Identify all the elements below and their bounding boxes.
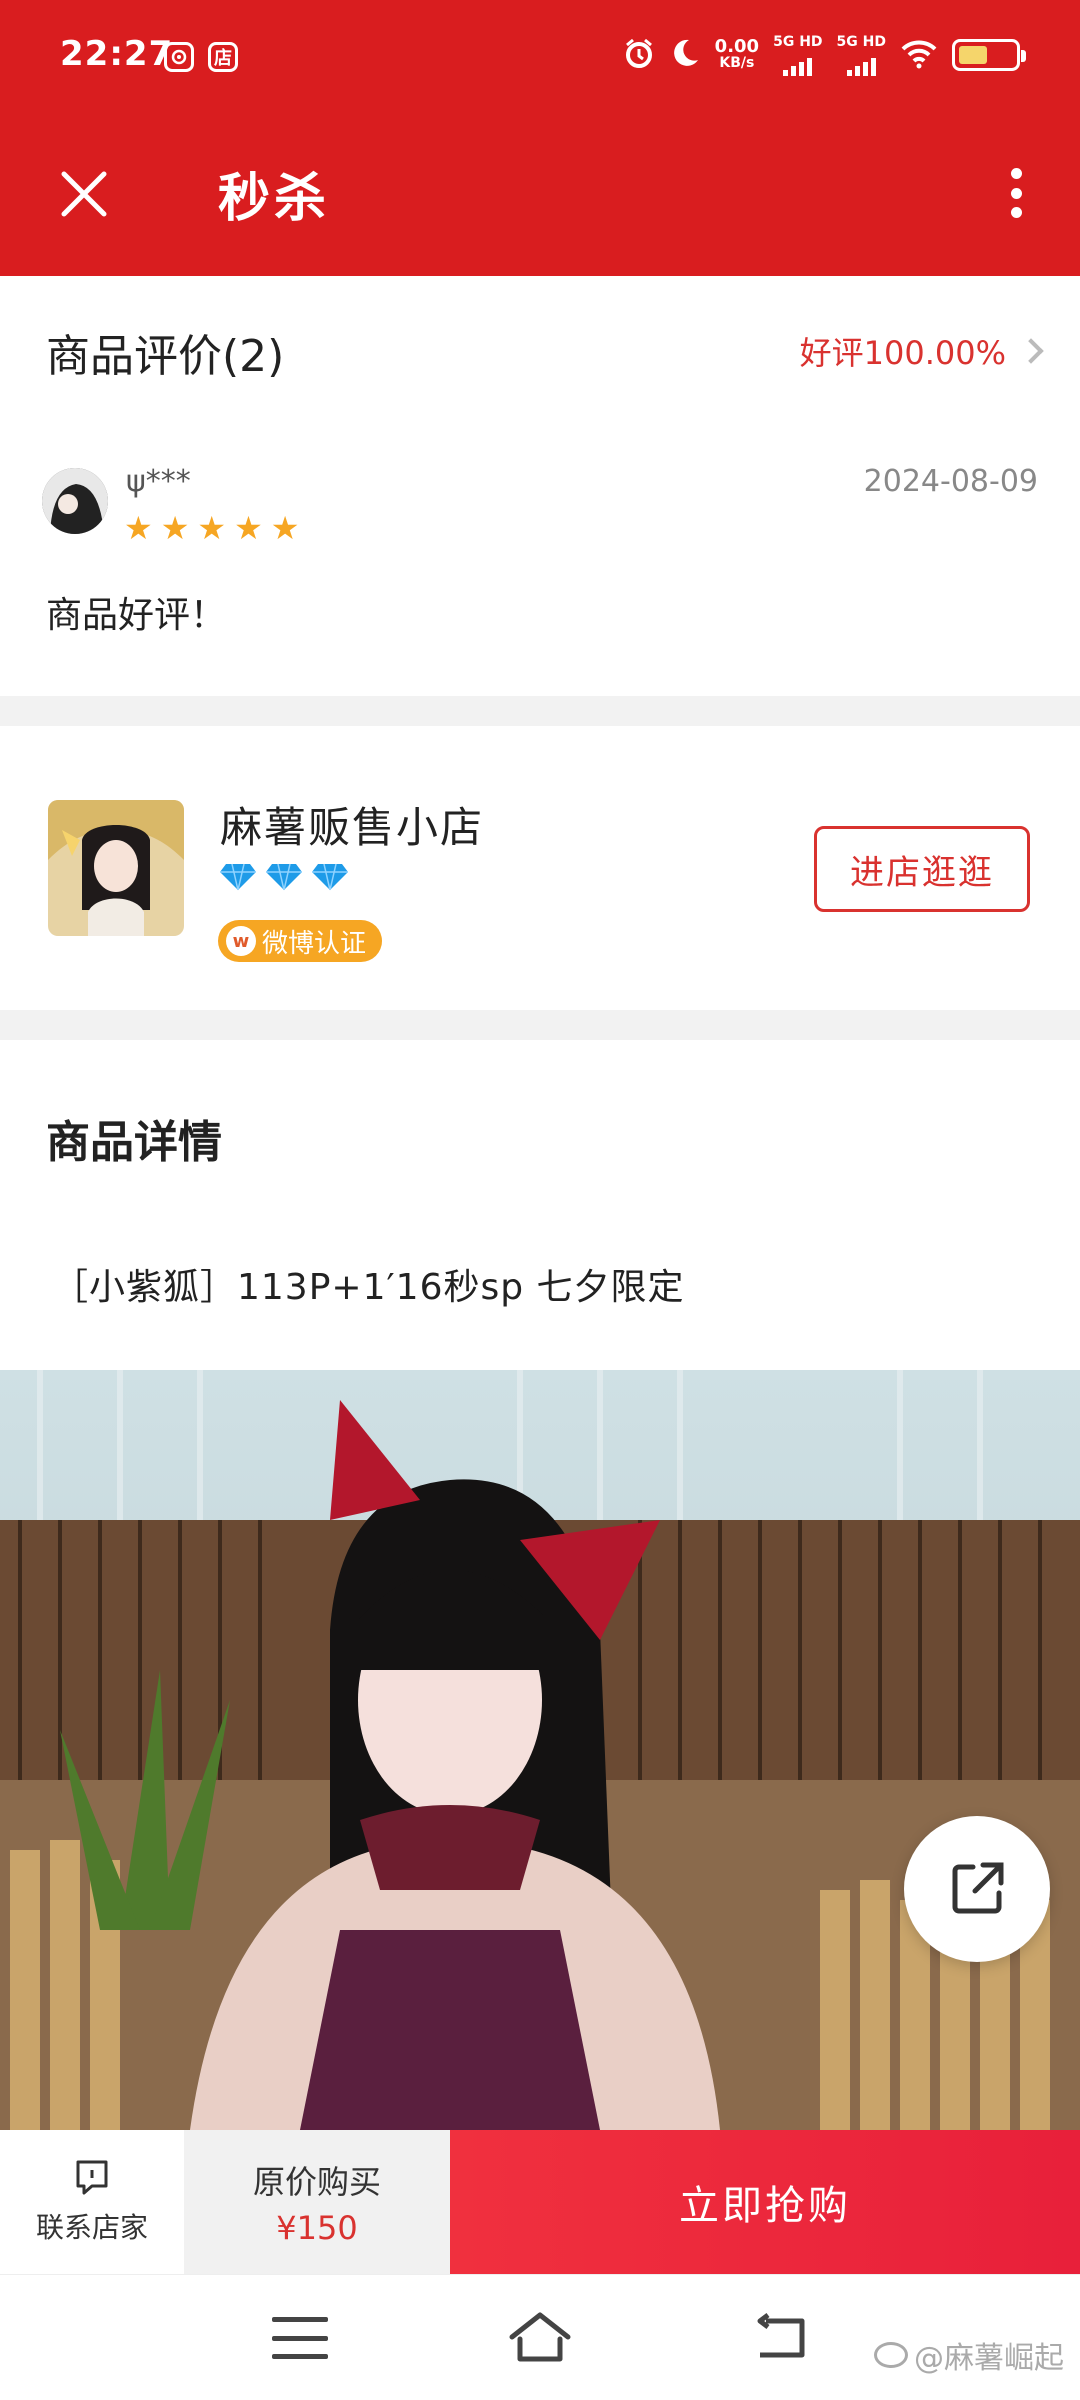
review-stars: ★ ★ ★ ★ ★ (124, 512, 299, 544)
signal-bars-icon (783, 50, 813, 76)
menu-icon[interactable] (272, 2317, 328, 2359)
original-price-label: 原价购买 (252, 2163, 381, 2201)
share-button[interactable] (904, 1816, 1050, 1962)
shop-section: 麻薯贩售小店 w 微博认证 进店逛逛 (0, 726, 1080, 1010)
status-bar: 22:27 店 0.00 KB/s 5G HD 5G HD (0, 0, 1080, 110)
diamond-icon (266, 863, 302, 891)
star-icon: ★ (270, 509, 300, 547)
wifi-icon (900, 37, 938, 73)
more-dot (1010, 207, 1022, 218)
alarm-icon (623, 37, 655, 73)
buy-now-button[interactable]: 立即抢购 (450, 2130, 1080, 2274)
weibo-logo-icon (874, 2342, 908, 2368)
product-photo[interactable] (0, 1370, 1080, 2130)
home-icon[interactable] (508, 2309, 572, 2365)
net-speed: 0.00 KB/s (714, 36, 760, 72)
positive-rate-link[interactable]: 好评100.00% (799, 328, 1044, 374)
share-icon (952, 1862, 1004, 1914)
signal-bars-icon (846, 50, 876, 76)
product-description: ［小紫狐］113P+1′16秒sp 七夕限定 (52, 1267, 685, 1308)
original-price-button[interactable]: 原价购买 ¥150 (184, 2130, 450, 2274)
top-bar: 22:27 店 0.00 KB/s 5G HD 5G HD 秒杀 (0, 0, 1080, 276)
page-title: 秒杀 (218, 169, 331, 229)
close-button[interactable] (52, 162, 116, 226)
watermark: @麻薯崛起 (874, 2333, 1064, 2377)
section-divider (0, 1010, 1080, 1040)
star-icon: ★ (234, 509, 263, 547)
star-icon: ★ (160, 509, 190, 547)
sim1-signal: 5G HD (773, 34, 823, 76)
status-right: 0.00 KB/s 5G HD 5G HD (623, 30, 1026, 80)
system-nav-bar: @麻薯崛起 (0, 2274, 1080, 2400)
battery-icon (952, 39, 1026, 71)
enter-shop-button[interactable]: 进店逛逛 (814, 826, 1030, 912)
net-speed-value: 0.00 (714, 36, 760, 57)
reviewer-name: ψ*** (126, 464, 191, 499)
netease-music-icon (164, 42, 194, 72)
contact-seller-button[interactable]: 联系店家 (0, 2130, 184, 2274)
star-icon: ★ (124, 509, 153, 547)
more-dot (1010, 187, 1022, 199)
weibo-icon: w (226, 926, 256, 956)
net-speed-unit: KB/s (719, 55, 755, 71)
details-title: 商品详情 (46, 1117, 222, 1168)
contact-seller-label: 联系店家 (35, 2211, 148, 2244)
review-title: 商品评价(2) (46, 331, 285, 382)
reviewer-avatar (42, 468, 108, 534)
back-icon[interactable] (752, 2313, 808, 2363)
shop-level (220, 862, 348, 892)
sim1-label: 5G HD (773, 34, 823, 50)
more-dot (1010, 168, 1022, 179)
review-comment: 商品好评！ (46, 595, 227, 636)
chevron-right-icon (1018, 338, 1044, 364)
diamond-icon (220, 863, 256, 891)
chat-icon (76, 2160, 108, 2195)
diamond-icon (312, 863, 348, 891)
action-bar: 联系店家 原价购买 ¥150 立即抢购 (0, 2130, 1080, 2274)
review-date: 2024-08-09 (863, 464, 1038, 499)
close-icon (61, 171, 107, 217)
moon-icon (669, 37, 701, 73)
star-icon: ★ (197, 509, 227, 547)
shop-app-icon: 店 (208, 42, 238, 72)
page-header: 秒杀 (0, 110, 1080, 276)
weibo-verified-label: 微博认证 (262, 928, 367, 959)
original-price: ¥150 (276, 2209, 358, 2247)
section-divider (0, 696, 1080, 726)
status-time: 22:27 (60, 34, 174, 74)
sim2-signal: 5G HD (837, 34, 886, 76)
positive-rate: 好评100.00% (799, 334, 1006, 372)
details-section: 商品详情 ［小紫狐］113P+1′16秒sp 七夕限定 (0, 1040, 1080, 1370)
weibo-verified-badge: w 微博认证 (218, 920, 383, 962)
shop-name[interactable]: 麻薯贩售小店 (220, 794, 484, 855)
review-section: 商品评价(2) 好评100.00% ψ*** ★ ★ ★ ★ ★ 2024-08… (0, 276, 1080, 696)
shop-avatar[interactable] (48, 800, 184, 936)
more-button[interactable] (988, 160, 1044, 226)
watermark-text: @麻薯崛起 (914, 2341, 1064, 2376)
sim2-label: 5G HD (836, 34, 886, 50)
